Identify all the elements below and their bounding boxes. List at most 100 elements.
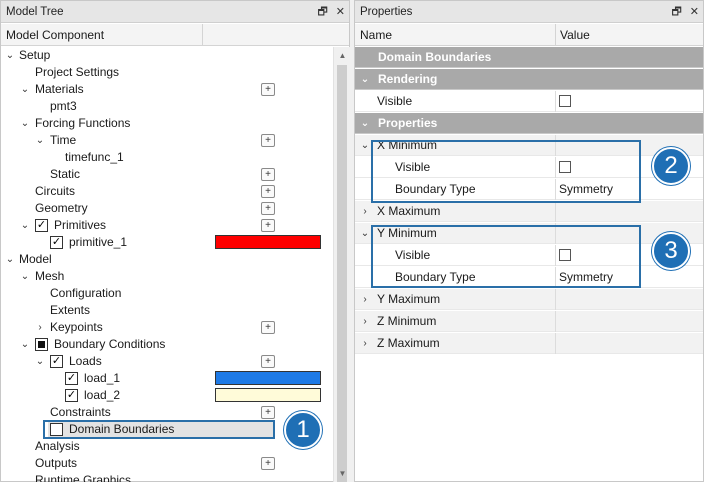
tree-item-mesh[interactable]: ⌄ Mesh <box>1 268 333 285</box>
property-category-rendering[interactable]: ⌄ Rendering <box>355 69 703 90</box>
add-geometry-button[interactable]: + <box>261 202 275 215</box>
property-row-visible[interactable]: Visible <box>355 91 703 112</box>
add-material-button[interactable]: + <box>261 83 275 96</box>
add-static-button[interactable]: + <box>261 168 275 181</box>
tree-item-label: Time <box>50 133 77 147</box>
add-primitive-button[interactable]: + <box>261 219 275 232</box>
primitive-1-color-swatch[interactable] <box>215 235 321 249</box>
tree-item-label: Outputs <box>35 456 78 470</box>
tree-item-label: load_1 <box>84 371 121 385</box>
loads-checkbox[interactable]: ✓ <box>50 355 63 368</box>
tree-item-circuits[interactable]: Circuits + <box>1 183 333 200</box>
tree-item-time[interactable]: ⌄ Time + <box>1 132 333 149</box>
chevron-right-icon[interactable]: › <box>360 333 370 354</box>
chevron-down-icon[interactable]: ⌄ <box>5 251 15 268</box>
property-group-z-minimum[interactable]: › Z Minimum <box>355 311 703 332</box>
property-group-y-maximum[interactable]: › Y Maximum <box>355 289 703 310</box>
tree-item-configuration[interactable]: Configuration <box>1 285 333 302</box>
tree-item-pmt3[interactable]: pmt3 <box>1 98 333 115</box>
tree-item-static[interactable]: Static + <box>1 166 333 183</box>
tree-item-model[interactable]: ⌄ Model <box>1 251 333 268</box>
property-name: Z Maximum <box>377 336 440 350</box>
chevron-down-icon[interactable]: ⌄ <box>35 132 45 149</box>
chevron-down-icon[interactable]: ⌄ <box>20 81 30 98</box>
property-group-x-maximum[interactable]: › X Maximum <box>355 201 703 222</box>
add-load-button[interactable]: + <box>261 355 275 368</box>
chevron-right-icon[interactable]: › <box>360 311 370 332</box>
load-2-color-swatch[interactable] <box>215 388 321 402</box>
add-circuit-button[interactable]: + <box>261 185 275 198</box>
model-tree-title: Model Tree <box>6 6 64 18</box>
load-1-checkbox[interactable]: ✓ <box>65 372 78 385</box>
scroll-up-icon[interactable]: ▲ <box>334 47 351 64</box>
property-name: Domain Boundaries <box>378 50 492 64</box>
visible-checkbox[interactable] <box>558 91 571 112</box>
model-tree-panel: Model Tree 🗗 ✕ Model Component ⌄ Setup P… <box>0 0 350 482</box>
tree-item-label: Setup <box>19 48 51 62</box>
tree-item-label: Configuration <box>50 286 122 300</box>
value-column-header: Value <box>560 28 590 42</box>
chevron-right-icon[interactable]: › <box>35 319 45 336</box>
callout-3-badge: 3 <box>652 232 690 270</box>
tree-item-project-settings[interactable]: Project Settings <box>1 64 333 81</box>
tree-item-keypoints[interactable]: › Keypoints + <box>1 319 333 336</box>
pin-icon[interactable]: 🗗 <box>317 1 327 23</box>
tree-item-label: Constraints <box>50 405 111 419</box>
property-name: Rendering <box>378 72 438 86</box>
tree-item-load-1[interactable]: ✓ load_1 <box>1 370 333 387</box>
property-group-z-maximum[interactable]: › Z Maximum <box>355 333 703 354</box>
tree-item-runtime-graphics[interactable]: Runtime Graphics <box>1 472 333 482</box>
chevron-down-icon[interactable]: ⌄ <box>360 69 370 90</box>
add-time-function-button[interactable]: + <box>261 134 275 147</box>
chevron-down-icon[interactable]: ⌄ <box>360 113 370 134</box>
close-icon[interactable]: ✕ <box>336 1 345 23</box>
tree-item-primitives[interactable]: ⌄ ✓ Primitives + <box>1 217 333 234</box>
chevron-down-icon[interactable]: ⌄ <box>20 268 30 285</box>
chevron-right-icon[interactable]: › <box>360 201 370 222</box>
property-category-properties[interactable]: ⌄ Properties <box>355 113 703 134</box>
tree-item-label: load_2 <box>84 388 121 402</box>
tree-item-boundary-conditions[interactable]: ⌄ Boundary Conditions <box>1 336 333 353</box>
tree-item-forcing-functions[interactable]: ⌄ Forcing Functions <box>1 115 333 132</box>
add-keypoint-button[interactable]: + <box>261 321 275 334</box>
pin-icon[interactable]: 🗗 <box>671 1 681 23</box>
scroll-down-icon[interactable]: ▼ <box>334 465 351 482</box>
boundary-conditions-checkbox[interactable] <box>35 338 48 351</box>
property-name: Y Maximum <box>377 292 441 306</box>
tree-item-loads[interactable]: ⌄ ✓ Loads + <box>1 353 333 370</box>
property-category-domain-boundaries: Domain Boundaries <box>355 47 703 68</box>
tree-item-extents[interactable]: Extents <box>1 302 333 319</box>
chevron-down-icon[interactable]: ⌄ <box>360 223 370 244</box>
primitive-1-checkbox[interactable]: ✓ <box>50 236 63 249</box>
model-tree-title-bar: Model Tree 🗗 ✕ <box>1 1 349 23</box>
callout-2-highlight <box>371 140 641 203</box>
chevron-down-icon[interactable]: ⌄ <box>35 353 45 370</box>
tree-scrollbar[interactable]: ▲ ▼ <box>333 47 350 482</box>
close-icon[interactable]: ✕ <box>690 1 699 23</box>
load-2-checkbox[interactable]: ✓ <box>65 389 78 402</box>
tree-item-constraints[interactable]: Constraints + <box>1 404 333 421</box>
scrollbar-thumb[interactable] <box>337 65 347 482</box>
tree-item-label: Forcing Functions <box>35 116 131 130</box>
tree-item-setup[interactable]: ⌄ Setup <box>1 47 333 64</box>
chevron-down-icon[interactable]: ⌄ <box>20 115 30 132</box>
chevron-down-icon[interactable]: ⌄ <box>20 217 30 234</box>
tree-item-analysis[interactable]: Analysis <box>1 438 333 455</box>
tree-item-label: Materials <box>35 82 84 96</box>
chevron-down-icon[interactable]: ⌄ <box>5 47 15 64</box>
tree-item-outputs[interactable]: Outputs + <box>1 455 333 472</box>
chevron-down-icon[interactable]: ⌄ <box>360 135 370 156</box>
tree-item-timefunc-1[interactable]: timefunc_1 <box>1 149 333 166</box>
primitives-checkbox[interactable]: ✓ <box>35 219 48 232</box>
tree-item-geometry[interactable]: Geometry + <box>1 200 333 217</box>
add-constraint-button[interactable]: + <box>261 406 275 419</box>
load-1-color-swatch[interactable] <box>215 371 321 385</box>
tree-item-materials[interactable]: ⌄ Materials + <box>1 81 333 98</box>
tree-item-primitive-1[interactable]: ✓ primitive_1 <box>1 234 333 251</box>
chevron-right-icon[interactable]: › <box>360 289 370 310</box>
add-output-button[interactable]: + <box>261 457 275 470</box>
tree-item-load-2[interactable]: ✓ load_2 <box>1 387 333 404</box>
tree-item-label: Circuits <box>35 184 76 198</box>
chevron-down-icon[interactable]: ⌄ <box>20 336 30 353</box>
tree-item-label: pmt3 <box>50 99 77 113</box>
